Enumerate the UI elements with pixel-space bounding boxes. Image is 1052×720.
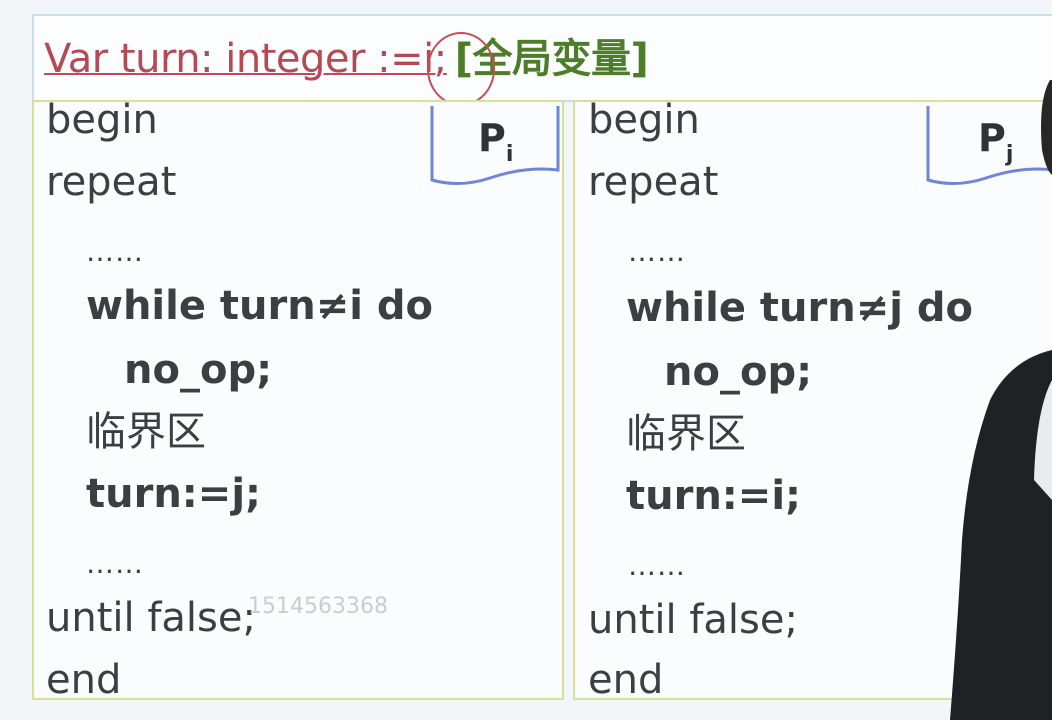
- code-ellipsis: ……: [628, 549, 686, 582]
- code-ellipsis: ……: [86, 547, 144, 580]
- code-end: end: [46, 657, 122, 703]
- presenter-silhouette: [950, 80, 1052, 720]
- code-while: while turn≠j do: [626, 285, 973, 331]
- code-until: until false;: [46, 595, 256, 641]
- circle-annotation: [427, 32, 495, 106]
- code-until: until false;: [588, 597, 798, 643]
- header-line: Var turn: integer :=i; [全局变量]: [44, 33, 649, 85]
- code-end: end: [588, 657, 664, 703]
- code-no-op: no_op;: [124, 347, 273, 393]
- code-ellipsis: ……: [86, 235, 144, 268]
- code-repeat: repeat: [588, 159, 719, 205]
- tag-subscript: i: [505, 142, 514, 167]
- code-no-op: no_op;: [664, 349, 813, 395]
- process-tag-i: Pi: [430, 104, 560, 188]
- code-begin: begin: [46, 97, 158, 143]
- code-critical-section: 临界区: [626, 411, 746, 457]
- watermark: 1514563368: [248, 594, 388, 619]
- code-repeat: repeat: [46, 159, 177, 205]
- process-label-i: Pi: [478, 116, 513, 167]
- tag-letter: P: [478, 116, 506, 160]
- code-critical-section: 临界区: [86, 409, 206, 455]
- code-turn-assign: turn:=i;: [626, 473, 802, 519]
- slide: Var turn: integer :=i; [全局变量] Pi begin re…: [0, 0, 1052, 720]
- code-turn-assign: turn:=j;: [86, 471, 262, 517]
- code-ellipsis: ……: [628, 235, 686, 268]
- turn-declaration: Var turn: integer :=i;: [44, 36, 447, 82]
- code-begin: begin: [588, 97, 700, 143]
- code-while: while turn≠i do: [86, 283, 433, 329]
